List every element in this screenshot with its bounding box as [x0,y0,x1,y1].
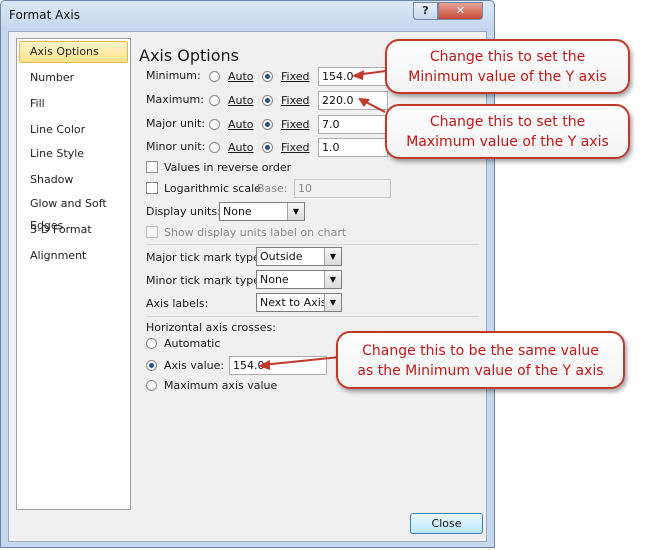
callout-axis-value: Change this to be the same value as the … [336,331,625,389]
callout-maximum-line2: Maximum value of the Y axis [406,134,609,150]
callout-arrow-axis-value [261,356,341,366]
callout-maximum-line1: Change this to set the [429,114,586,130]
callout-minimum-line1: Change this to set the [429,49,586,65]
callout-axis-value-line1: Change this to be the same value [362,343,599,359]
callout-axis-value-line2: as the Minimum value of the Y axis [357,363,604,379]
callout-minimum-line2: Minimum value of the Y axis [408,69,607,85]
callout-maximum: Change this to set the Maximum value of … [385,104,630,159]
callout-minimum: Change this to set the Minimum value of … [385,39,630,94]
callout-arrowhead-axis-value [258,360,270,370]
callout-arrowhead-minimum [352,70,364,80]
